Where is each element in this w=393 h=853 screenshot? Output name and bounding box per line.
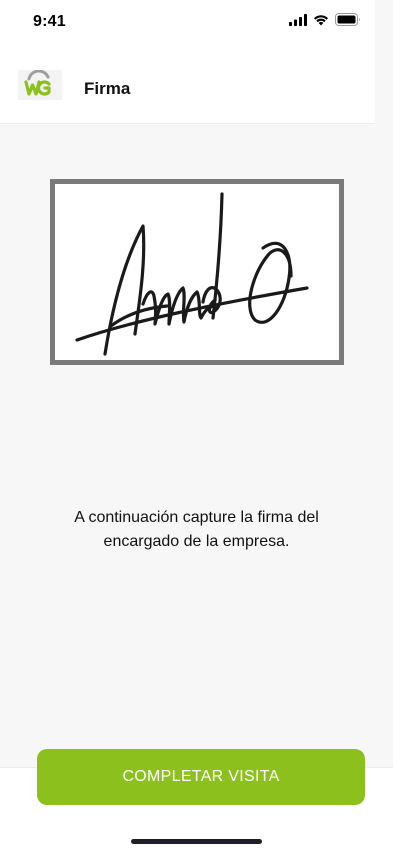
- app-header: Firma: [0, 46, 375, 124]
- page-title: Firma: [84, 79, 131, 98]
- status-time: 9:41: [33, 13, 66, 30]
- signature-drawing: [75, 192, 309, 356]
- company-logo-icon: [18, 69, 62, 100]
- home-indicator[interactable]: [131, 839, 262, 844]
- battery-icon: [335, 13, 361, 31]
- signature-instructions: A continuación capture la firma del enca…: [74, 509, 319, 550]
- wifi-icon: [313, 13, 329, 31]
- status-icons: [289, 13, 361, 31]
- signature-pad[interactable]: [50, 179, 344, 365]
- status-bar: 9:41: [0, 0, 375, 46]
- cellular-signal-icon: [289, 13, 307, 31]
- complete-visit-button[interactable]: COMPLETAR VISITA: [37, 749, 365, 805]
